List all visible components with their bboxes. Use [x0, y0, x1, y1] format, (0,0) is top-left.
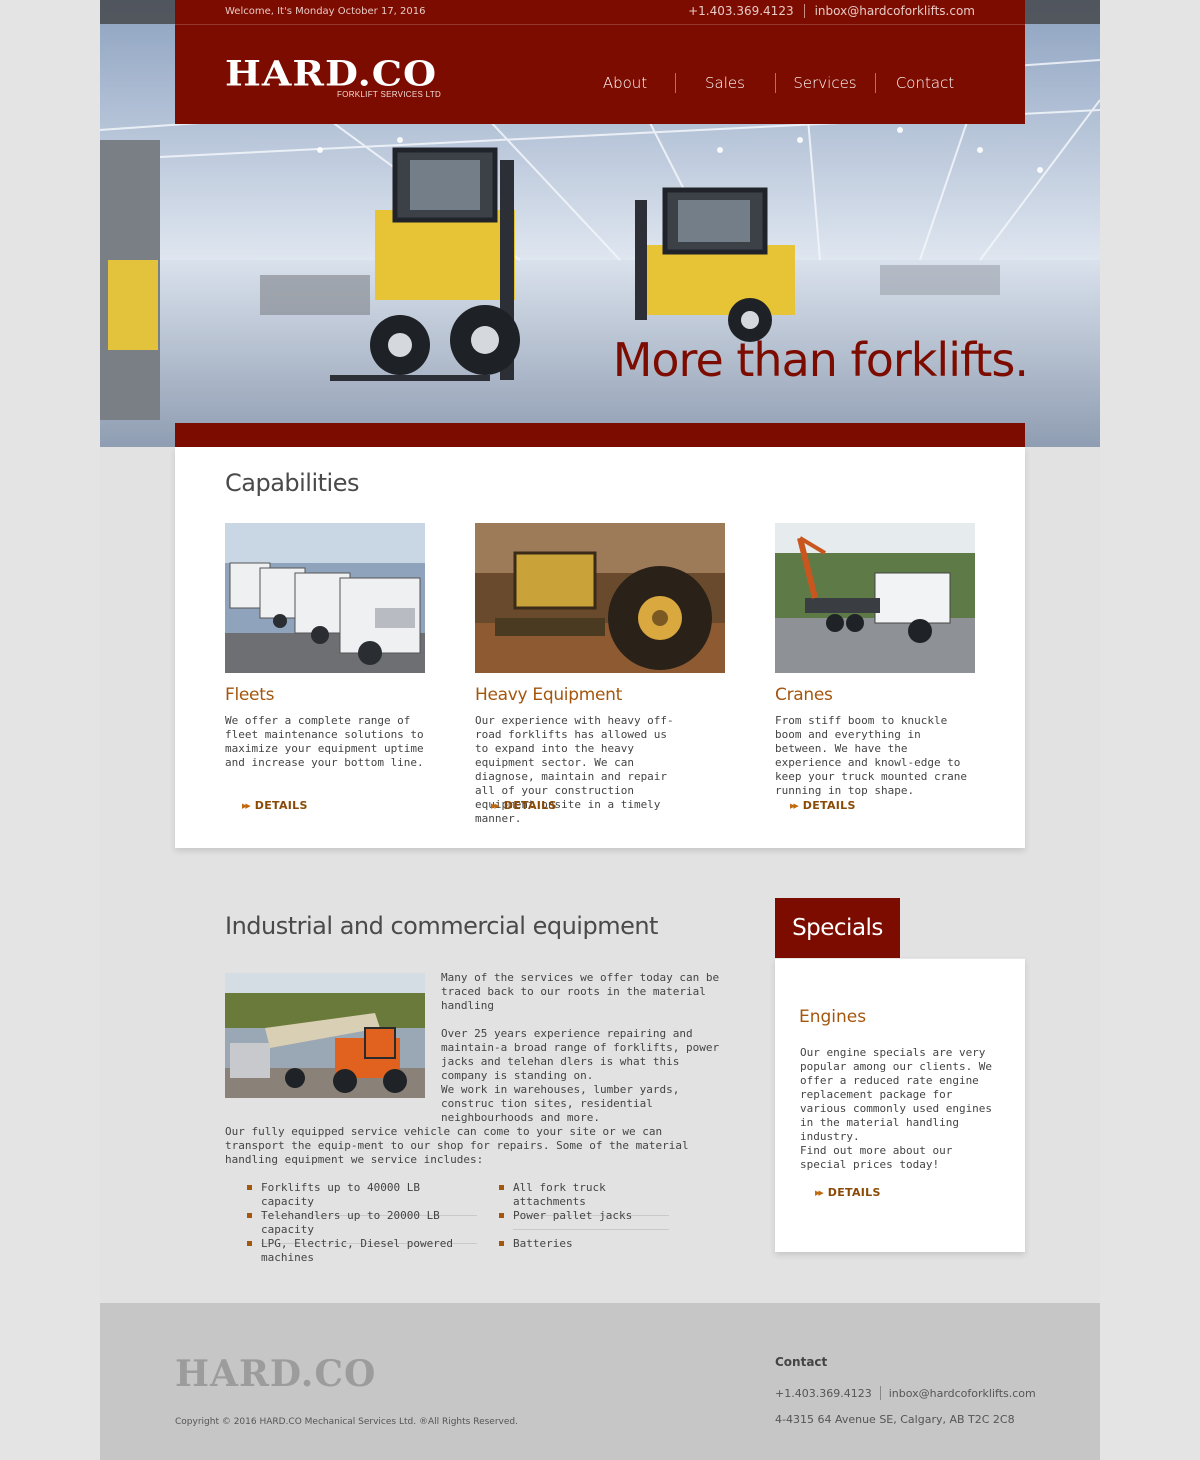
double-arrow-icon: ▶▶	[815, 1188, 824, 1197]
specials-card: Engines Our engine specials are very pop…	[775, 958, 1025, 1252]
details-label: DETAILS	[827, 1186, 881, 1199]
hero-bottom-bar	[175, 423, 1025, 447]
heavy-equipment-details-link[interactable]: ▶▶ DETAILS	[491, 799, 557, 812]
industrial-section: Industrial and commercial equipment Many…	[225, 898, 730, 1264]
top-email[interactable]: inbox@hardcoforklifts.com	[815, 4, 975, 18]
hero-tagline: More than forklifts.	[612, 333, 1029, 387]
header-divider	[175, 24, 1025, 25]
telehandler-image[interactable]	[225, 973, 425, 1098]
bullet-icon	[247, 1185, 252, 1190]
specials-title: Engines	[799, 1007, 867, 1027]
top-contact: +1.403.369.4123 inbox@hardcoforklifts.co…	[688, 4, 975, 18]
list-item: All fork truck attachments	[499, 1181, 669, 1216]
hero-banner: Welcome, It's Monday October 17, 2016 +1…	[100, 0, 1100, 447]
left-margin	[0, 0, 100, 1460]
double-arrow-icon: ▶▶	[242, 801, 251, 810]
footer-contact-separator	[879, 1386, 881, 1400]
site-logo[interactable]: HARD.CO FORKLIFT SERVICES LTD	[225, 52, 441, 99]
top-phone[interactable]: +1.403.369.4123	[688, 4, 793, 18]
heavy-equipment-image[interactable]	[475, 523, 725, 673]
capability-title: Fleets	[225, 685, 275, 705]
capability-fleets: Fleets We offer a complete range of flee…	[225, 523, 425, 770]
nav-sales[interactable]: Sales	[675, 73, 775, 93]
crane-truck-image[interactable]	[775, 523, 975, 673]
capability-title: Heavy Equipment	[475, 685, 622, 705]
fleet-trucks-image[interactable]	[225, 523, 425, 673]
equipment-list-left: Forklifts up to 40000 LB capacity Teleha…	[247, 1181, 477, 1265]
bullet-icon	[247, 1241, 252, 1246]
bullet-icon	[499, 1241, 504, 1246]
bullet-icon	[499, 1213, 504, 1218]
specials-paragraph-1: Our engine specials are very popular amo…	[800, 1046, 993, 1143]
nav-about[interactable]: About	[575, 73, 675, 93]
details-label: DETAILS	[503, 799, 557, 812]
page: Welcome, It's Monday October 17, 2016 +1…	[100, 0, 1100, 1460]
copyright: Copyright © 2016 HARD.CO Mechanical Serv…	[175, 1417, 518, 1427]
industrial-title: Industrial and commercial equipment	[225, 912, 658, 940]
footer-logo[interactable]: HARD.CO	[175, 1353, 376, 1395]
logo-wordmark: HARD.CO	[225, 52, 438, 94]
specials-details-link[interactable]: ▶▶ DETAILS	[815, 1186, 881, 1199]
industrial-paragraph-1: Many of the services we offer today can …	[441, 971, 720, 1012]
details-label: DETAILS	[802, 799, 856, 812]
list-item: Telehandlers up to 20000 LB capacity	[247, 1209, 477, 1244]
nav-contact[interactable]: Contact	[875, 73, 975, 93]
bullet-icon	[499, 1185, 504, 1190]
welcome-date: Welcome, It's Monday October 17, 2016	[225, 6, 426, 17]
double-arrow-icon: ▶▶	[491, 801, 500, 810]
list-item: LPG, Electric, Diesel powered machines	[247, 1237, 477, 1265]
specials-paragraph-2: Find out more about our special prices t…	[800, 1144, 953, 1171]
capability-title: Cranes	[775, 685, 833, 705]
industrial-paragraph-4: Our fully equipped service vehicle can c…	[225, 1125, 689, 1166]
list-item: Forklifts up to 40000 LB capacity	[247, 1181, 477, 1216]
fleets-details-link[interactable]: ▶▶ DETAILS	[242, 799, 308, 812]
industrial-paragraph-2: Over 25 years experience repairing and m…	[441, 1027, 720, 1082]
site-header: Welcome, It's Monday October 17, 2016 +1…	[175, 0, 1025, 124]
capability-heavy-equipment: Heavy Equipment Our experience with heav…	[475, 523, 725, 826]
right-margin	[1100, 0, 1200, 1460]
industrial-paragraph-3: We work in warehouses, lumber yards, con…	[441, 1083, 680, 1124]
cranes-details-link[interactable]: ▶▶ DETAILS	[790, 799, 856, 812]
list-item: Power pallet jacks	[499, 1209, 669, 1237]
capability-text: From stiff boom to knuckle boom and ever…	[775, 714, 968, 797]
footer-phone[interactable]: +1.403.369.4123	[775, 1387, 872, 1400]
capability-text: We offer a complete range of fleet maint…	[225, 714, 424, 769]
list-item: Batteries	[499, 1237, 669, 1265]
bullet-icon	[247, 1213, 252, 1218]
site-footer: HARD.CO Copyright © 2016 HARD.CO Mechani…	[100, 1303, 1100, 1460]
top-contact-separator	[803, 4, 805, 18]
footer-address: 4-4315 64 Avenue SE, Calgary, AB T2C 2C8	[775, 1413, 1015, 1426]
capabilities-title: Capabilities	[225, 469, 360, 497]
double-arrow-icon: ▶▶	[790, 801, 799, 810]
footer-email[interactable]: inbox@hardcoforklifts.com	[889, 1387, 1036, 1400]
logo-subtitle: FORKLIFT SERVICES LTD	[337, 90, 442, 99]
footer-contact-title: Contact	[775, 1355, 828, 1369]
capability-cranes: Cranes From stiff boom to knuckle boom a…	[775, 523, 975, 798]
footer-contact: Contact +1.403.369.4123 inbox@hardcofork…	[775, 1355, 1036, 1426]
capabilities-section: Capabilities Fleets We offer a complete …	[175, 447, 1025, 848]
nav-services[interactable]: Services	[775, 73, 875, 93]
main-nav: About Sales Services Contact	[575, 73, 975, 93]
equipment-list-right: All fork truck attachments Power pallet …	[499, 1181, 669, 1265]
specials-tab: Specials	[775, 898, 900, 958]
details-label: DETAILS	[254, 799, 308, 812]
footer-contact-row: +1.403.369.4123 inbox@hardcoforklifts.co…	[775, 1386, 1036, 1400]
